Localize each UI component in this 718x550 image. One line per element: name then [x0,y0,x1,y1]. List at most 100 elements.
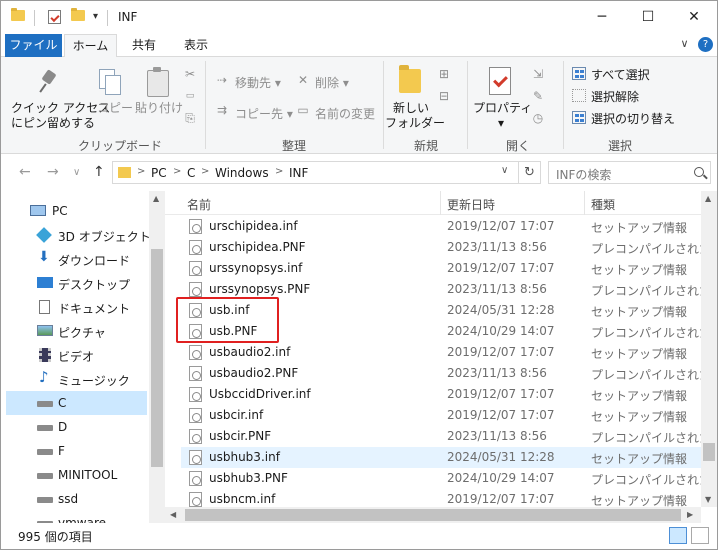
file-name: usbncm.inf [209,492,276,506]
open-icon[interactable]: ⇲ [531,67,545,81]
nav-scrollbar[interactable]: ▲ [149,191,165,523]
paste-shortcut-icon[interactable]: ⎘ [183,111,197,125]
copy-button[interactable]: コピー [97,101,133,116]
divider[interactable] [440,191,441,215]
delete-button[interactable]: 削除 ▾ [315,74,349,91]
new-item-icon[interactable]: ⊞ [437,67,451,81]
refresh-button[interactable]: ↻ [519,161,541,184]
file-date: 2019/12/07 17:07 [447,408,555,422]
select-all-button[interactable]: すべて選択 [591,66,650,83]
file-list-horizontal-scrollbar[interactable]: ◀ ▶ [165,507,701,523]
nav-item-drive-ssd[interactable]: ssd [6,487,147,511]
chevron-right-icon: > [173,166,182,177]
column-name[interactable]: 名前 [187,196,211,213]
move-to-button[interactable]: 移動先 ▾ [235,74,281,91]
file-name: UsbccidDriver.inf [209,387,311,401]
nav-item-videos[interactable]: ビデオ [6,343,147,367]
quick-access-dropdown-icon[interactable]: ▾ [93,11,98,22]
easy-access-icon[interactable]: ⊟ [437,89,451,103]
file-date: 2024/05/31 12:28 [447,450,555,464]
table-row[interactable]: urssynopsys.inf 2019/12/07 17:07 セットアップ情報 [181,258,701,279]
copy-path-icon[interactable]: ▭ [183,89,197,103]
nav-item-3d-objects[interactable]: 3D オブジェクト [6,223,151,247]
nav-item-desktop[interactable]: デスクトップ [6,271,147,295]
drive-icon [37,497,53,503]
history-icon[interactable]: ◷ [531,111,545,125]
crumb-inf[interactable]: INF [289,166,308,180]
cut-icon[interactable]: ✂ [183,67,197,81]
column-type[interactable]: 種類 [591,196,615,213]
search-icon [694,167,704,177]
scroll-right-icon[interactable]: ▶ [687,510,693,519]
maximize-button[interactable]: ☐ [625,1,671,34]
close-button[interactable]: ✕ [671,1,717,34]
large-icons-view-button[interactable] [691,527,709,544]
table-row[interactable]: usbhub3.PNF 2024/10/29 14:07 プレコンパイルされた... [181,468,717,489]
horizontal-scroll-thumb[interactable] [185,509,681,521]
nav-item-drive-d[interactable]: D [6,415,147,439]
file-list-vertical-scrollbar[interactable]: ▲ ▼ [701,191,717,507]
back-button[interactable]: ← [19,164,31,180]
rename-button[interactable]: 名前の変更 [315,105,375,122]
copy-to-button[interactable]: コピー先 ▾ [235,105,293,122]
chevron-right-icon: > [275,166,284,177]
nav-item-drive-vmware[interactable]: vmware [6,511,147,523]
table-row[interactable]: usbaudio2.PNF 2023/11/13 8:56 プレコンパイルされた..… [181,363,717,384]
nav-item-pictures[interactable]: ピクチャ [6,319,147,343]
table-row-hovered[interactable]: usbhub3.inf 2024/05/31 12:28 セットアップ情報 [181,447,701,468]
crumb-windows[interactable]: Windows [215,166,269,180]
scroll-down-icon[interactable]: ▼ [705,495,711,504]
edit-icon[interactable]: ✎ [531,89,545,103]
new-folder-icon[interactable] [71,8,85,21]
nav-item-drive-minitool[interactable]: MINITOOL [6,463,147,487]
details-view-button[interactable] [669,527,687,544]
pin-to-quick-access-button[interactable]: クイック アクセス にピン留めする [11,101,110,131]
table-row[interactable]: urschipidea.PNF 2023/11/13 8:56 プレコンパイルされた… [181,237,717,258]
minimize-button[interactable]: ─ [579,1,625,34]
scroll-left-icon[interactable]: ◀ [170,510,176,519]
help-icon[interactable]: ? [698,37,713,52]
table-row[interactable]: usbcir.inf 2019/12/07 17:07 セットアップ情報 [181,405,701,426]
recent-locations-button[interactable]: ∨ [73,167,80,178]
setup-file-icon [189,345,202,360]
address-field[interactable]: > PC > C > Windows > INF [112,161,519,184]
table-row[interactable]: usbcir.PNF 2023/11/13 8:56 プレコンパイルされた... [181,426,717,447]
nav-item-music[interactable]: ♪ ミュージック [6,367,147,391]
scroll-up-icon[interactable]: ▲ [153,194,159,203]
table-row[interactable]: UsbccidDriver.inf 2019/12/07 17:07 セットアップ情… [181,384,701,405]
expand-ribbon-icon[interactable]: ∨ [680,37,688,50]
tab-share[interactable]: 共有 [121,34,167,57]
select-all-icon [572,67,586,80]
select-none-button[interactable]: 選択解除 [591,88,639,105]
forward-button[interactable]: → [47,164,59,180]
table-row[interactable]: usbaudio2.inf 2019/12/07 17:07 セットアップ情報 [181,342,701,363]
paste-button[interactable]: 貼り付け [135,101,183,116]
nav-item-pc[interactable]: PC [6,199,147,223]
nav-item-drive-c[interactable]: C [6,391,147,415]
tab-view[interactable]: 表示 [171,34,221,57]
search-field[interactable]: INFの検索 [548,161,711,184]
table-row[interactable]: urschipidea.inf 2019/12/07 17:07 セットアップ情報 [181,216,701,237]
nav-item-drive-f[interactable]: F [6,439,147,463]
file-date: 2023/11/13 8:56 [447,366,547,380]
nav-item-documents[interactable]: ドキュメント [6,295,147,319]
new-folder-button[interactable]: 新しい フォルダー [385,101,445,131]
column-date[interactable]: 更新日時 [447,196,495,213]
vertical-scroll-thumb[interactable] [703,443,715,461]
properties-button[interactable]: プロパティ ▾ [473,101,532,131]
file-type: プレコンパイルされた... [591,326,717,340]
crumb-c[interactable]: C [187,166,195,180]
scroll-up-icon[interactable]: ▲ [705,194,711,203]
file-name: usbcir.PNF [209,429,272,443]
setup-file-icon [189,450,202,465]
properties-icon[interactable] [48,10,61,24]
divider[interactable] [584,191,585,215]
address-dropdown-icon[interactable]: ∨ [501,165,508,176]
tab-home[interactable]: ホーム [64,34,117,58]
nav-item-downloads[interactable]: ⬇ ダウンロード [6,247,147,271]
up-button[interactable]: ↑ [93,164,105,180]
nav-scroll-thumb[interactable] [151,249,163,467]
invert-selection-button[interactable]: 選択の切り替え [591,110,675,127]
crumb-pc[interactable]: PC [151,166,167,180]
tab-file[interactable]: ファイル [5,34,62,57]
